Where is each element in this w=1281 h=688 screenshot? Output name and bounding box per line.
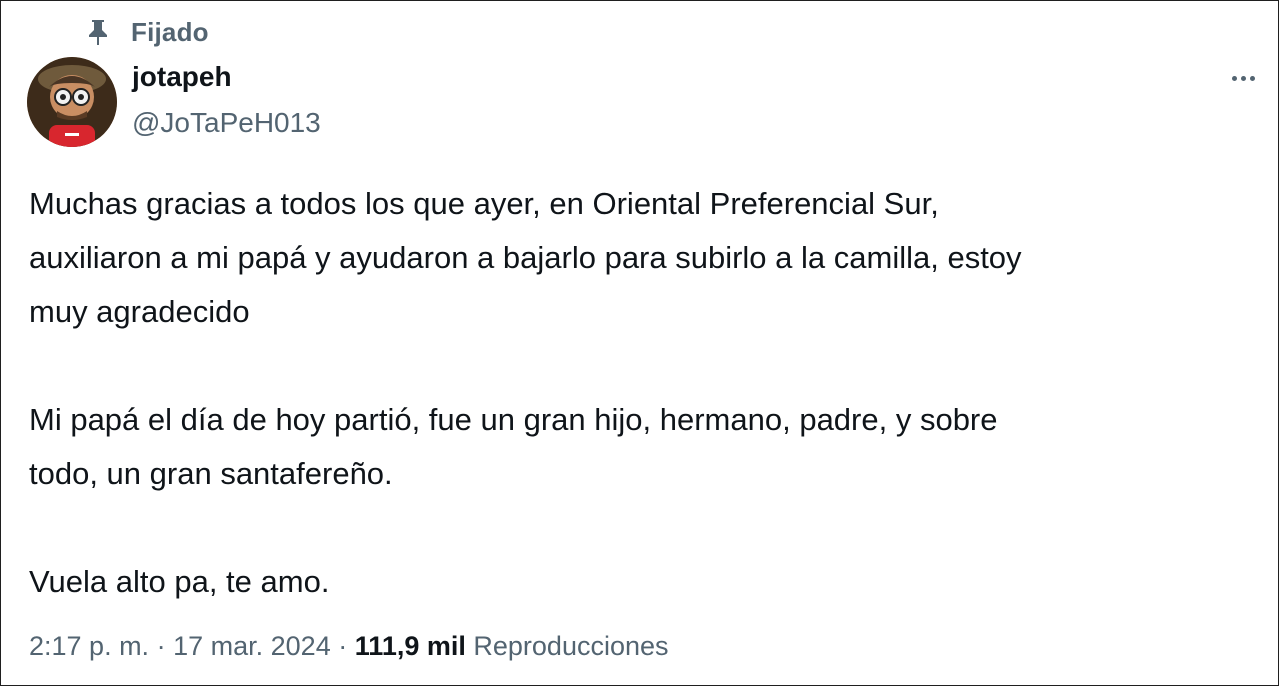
pinned-indicator: Fijado	[87, 15, 209, 49]
more-options-button[interactable]	[1223, 63, 1263, 93]
views-label: Reproducciones	[473, 631, 669, 661]
author-name[interactable]: jotapeh	[132, 61, 232, 93]
tweet-line: Muchas gracias a todos los que ayer, en …	[29, 186, 939, 221]
tweet-line: Mi papá el día de hoy partió, fue un gra…	[29, 402, 998, 437]
pinned-label: Fijado	[131, 16, 209, 47]
author-handle[interactable]: @JoTaPeH013	[132, 107, 321, 139]
tweet-line: Vuela alto pa, te amo.	[29, 564, 330, 599]
tweet-time[interactable]: 2:17 p. m.	[29, 631, 149, 661]
tweet-date[interactable]: 17 mar. 2024	[173, 631, 331, 661]
tweet-meta: 2:17 p. m. · 17 mar. 2024 · 111,9 mil Re…	[29, 631, 669, 662]
more-dots-icon	[1231, 75, 1237, 81]
views-count: 111,9 mil	[354, 631, 466, 661]
pin-icon	[87, 19, 109, 45]
avatar[interactable]	[27, 57, 117, 147]
tweet-text: Muchas gracias a todos los que ayer, en …	[29, 177, 1269, 609]
tweet-line: todo, un gran santafereño.	[29, 456, 393, 491]
tweet-line: auxiliaron a mi papá y ayudaron a bajarl…	[29, 240, 1022, 275]
meta-separator: ·	[156, 631, 166, 661]
avatar-cartoon-icon	[27, 57, 117, 147]
tweet-line: muy agradecido	[29, 294, 250, 329]
meta-separator: ·	[338, 631, 348, 661]
tweet-card[interactable]: Fijado jotapeh @JoTaPeH013 Muchas gracia…	[0, 0, 1279, 686]
